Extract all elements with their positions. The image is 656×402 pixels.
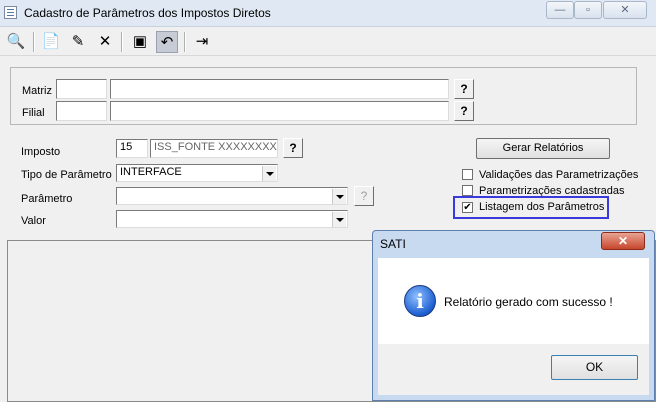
toolbar: 🔍 📄 ✎ ✕ ▣ ↶ ⇥ [0, 28, 656, 56]
chevron-down-icon[interactable] [262, 166, 276, 181]
imposto-help-button[interactable]: ? [283, 138, 303, 158]
tipo-parametro-label: Tipo de Parâmetro [21, 169, 112, 181]
parametro-select[interactable] [116, 187, 348, 205]
filial-code-input[interactable] [56, 101, 107, 121]
matriz-name-input[interactable] [110, 79, 449, 99]
close-window-button[interactable]: ✕ [603, 1, 647, 19]
filial-label: Filial [22, 107, 45, 119]
parametro-label: Parâmetro [21, 193, 73, 205]
validacoes-checkbox[interactable] [462, 169, 473, 180]
info-icon: i [404, 285, 436, 317]
ok-button[interactable]: OK [551, 355, 638, 380]
tipo-parametro-select[interactable]: INTERFACE [116, 164, 278, 182]
edit-icon[interactable]: ✎ [67, 31, 89, 53]
parametrizacoes-checkbox[interactable] [462, 185, 473, 196]
window-title-bar: Cadastro de Parâmetros dos Impostos Dire… [0, 0, 656, 27]
new-document-icon[interactable]: 📄 [40, 31, 62, 53]
valor-label: Valor [21, 215, 46, 227]
dialog-close-button[interactable]: ✕ [601, 232, 645, 250]
imposto-name-input: ISS_FONTE XXXXXXXXXX [150, 139, 278, 158]
toolbar-separator [184, 32, 186, 52]
app-icon [4, 6, 17, 19]
window-title: Cadastro de Parâmetros dos Impostos Dire… [24, 6, 271, 20]
chevron-down-icon[interactable] [332, 212, 346, 227]
matriz-label: Matriz [22, 85, 52, 97]
imposto-label: Imposto [21, 146, 61, 158]
toolbar-separator [121, 32, 123, 52]
gerar-relatorios-button[interactable]: Gerar Relatórios [476, 138, 610, 159]
valor-select[interactable] [116, 210, 348, 228]
filial-help-button[interactable]: ? [454, 101, 474, 121]
dialog-title: SATI [380, 237, 406, 251]
delete-icon[interactable]: ✕ [94, 31, 116, 53]
dialog-message: Relatório gerado com sucesso ! [444, 295, 613, 309]
minimize-button[interactable]: — [546, 1, 574, 19]
matriz-help-button[interactable]: ? [454, 79, 474, 99]
toolbar-separator [33, 32, 35, 52]
maximize-button[interactable]: ▫ [574, 1, 602, 19]
listagem-highlight [453, 196, 609, 219]
binoculars-icon[interactable]: 🔍 [5, 31, 27, 53]
exit-icon[interactable]: ⇥ [191, 31, 213, 53]
chevron-down-icon[interactable] [332, 189, 346, 204]
matriz-code-input[interactable] [56, 79, 107, 99]
parametro-help-button[interactable]: ? [354, 186, 374, 206]
tipo-parametro-value: INTERFACE [120, 166, 182, 178]
save-icon[interactable]: ▣ [129, 31, 151, 53]
filial-name-input[interactable] [110, 101, 449, 121]
imposto-code-input[interactable]: 15 [116, 139, 148, 158]
validacoes-label: Validações das Parametrizações [479, 169, 639, 181]
undo-icon[interactable]: ↶ [156, 31, 178, 53]
